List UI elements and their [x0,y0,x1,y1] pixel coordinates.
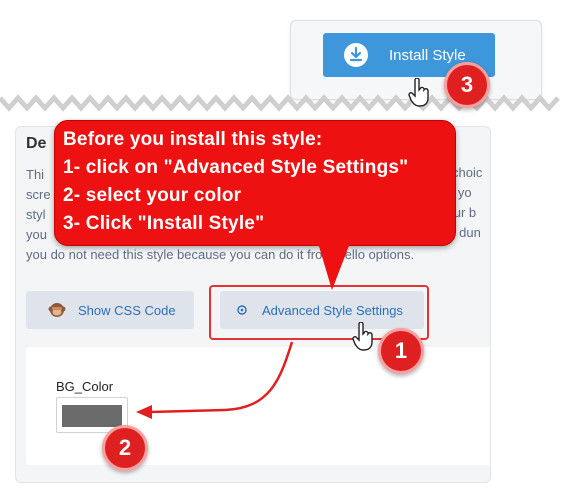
step-badge-1: 1 [378,328,424,374]
callout-line: Before you install this style: [63,129,323,150]
bg-color-swatch[interactable] [62,405,122,427]
panel-title: De [26,135,47,152]
install-style-label: Install Style [389,46,466,64]
bg-color-label: BG_Color [56,379,114,394]
hand-cursor-icon [352,322,373,351]
download-icon [344,43,368,67]
instruction-callout: Before you install this style: 1- click … [54,120,456,246]
description-line: you do not need this style because you c… [26,247,415,262]
callout-line: 3- Click "Install Style" [63,213,265,234]
step-badge-2: 2 [102,425,148,471]
description-fragment: choic [452,165,483,180]
step-badge-3: 3 [444,62,490,108]
advanced-settings-section: BG_Color [26,347,490,465]
hand-cursor-icon [408,78,429,107]
show-css-code-label: Show CSS Code [78,302,176,318]
monkey-icon [48,303,66,317]
callout-line: 2- select your color [63,185,242,206]
show-css-code-button[interactable]: Show CSS Code [26,291,194,329]
callout-line: 1- click on "Advanced Style Settings" [63,157,409,178]
